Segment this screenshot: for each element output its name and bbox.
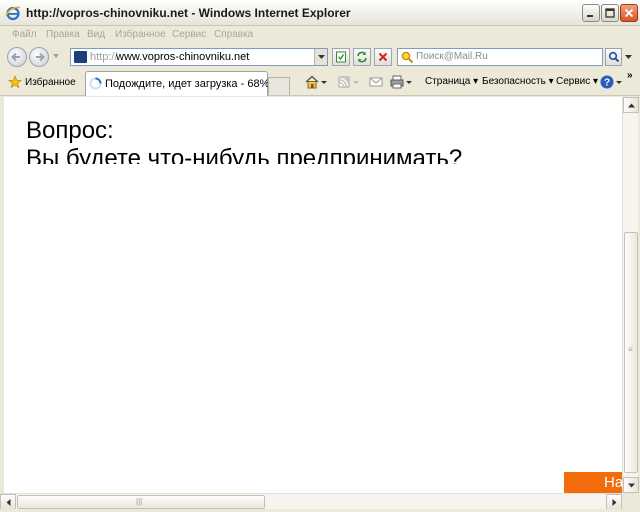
menu-edit[interactable]: Правка: [46, 29, 80, 40]
search-input[interactable]: Поиск@Mail.Ru: [397, 48, 603, 66]
minimize-icon: [587, 15, 593, 17]
svg-text:?: ?: [604, 78, 610, 89]
address-host: www.vopros-chinovniku.net: [116, 51, 250, 63]
compatibility-button[interactable]: [332, 48, 350, 66]
menu-view[interactable]: Вид: [87, 29, 105, 40]
vertical-scroll-thumb[interactable]: ≡: [624, 232, 638, 473]
refresh-icon: [357, 51, 367, 63]
mail-icon[interactable]: [368, 74, 384, 90]
question-text-clip: Вы будете что-нибудь предпринимать?: [26, 145, 586, 164]
address-protocol: http://: [90, 51, 118, 63]
close-window-button[interactable]: [620, 4, 638, 22]
tools-menu-label: Сервис: [556, 76, 591, 87]
chevron-down-icon[interactable]: [615, 74, 623, 90]
search-button[interactable]: [605, 48, 622, 66]
menu-favorites[interactable]: Избранное: [115, 29, 166, 40]
minimize-button[interactable]: [582, 4, 600, 22]
tab-command-bar: Избранное Подождите, идет загрузка - 68%…: [0, 70, 640, 96]
page-menu[interactable]: Страница ▾: [425, 76, 478, 87]
start-button[interactable]: Нач: [564, 472, 622, 493]
star-icon: [8, 75, 22, 89]
arrow-down-icon: [627, 483, 635, 487]
history-dropdown-icon[interactable]: [52, 52, 60, 60]
page-menu-label: Страница: [425, 76, 471, 87]
tab-active[interactable]: Подождите, идет загрузка - 68%: [85, 71, 270, 96]
page-content: Вопрос: Вы будете что-нибудь предпринима…: [4, 97, 622, 493]
address-toolbar: http:// www.vopros-chinovniku.net Поиск@…: [0, 44, 640, 70]
chevron-down-icon[interactable]: [320, 74, 328, 90]
chevron-down-icon: [317, 54, 325, 59]
rss-feed-icon[interactable]: [336, 74, 352, 90]
menu-bar: Файл Правка Вид Избранное Сервис Справка: [0, 26, 640, 44]
horizontal-scrollbar[interactable]: |||: [0, 493, 622, 510]
tab-label: Подождите, идет загрузка - 68%: [105, 78, 270, 90]
scroll-left-button[interactable]: [0, 494, 16, 510]
grip-icon: |||: [136, 497, 143, 506]
menu-tools[interactable]: Сервис: [172, 29, 206, 40]
arrow-up-icon: [627, 103, 635, 107]
scroll-up-button[interactable]: [623, 97, 639, 113]
favorites-label: Избранное: [25, 76, 76, 88]
toolbar-overflow-icon[interactable]: »: [627, 70, 633, 81]
address-bar[interactable]: http:// www.vopros-chinovniku.net: [70, 48, 328, 66]
favorites-button[interactable]: Избранное: [8, 75, 76, 89]
search-options-button[interactable]: [622, 48, 634, 66]
chevron-down-icon[interactable]: [405, 74, 413, 90]
forward-button[interactable]: [29, 47, 49, 67]
horizontal-scroll-thumb[interactable]: |||: [17, 495, 265, 509]
title-bar: http://vopros-chinovniku.net - Windows I…: [0, 0, 640, 26]
search-icon: [608, 51, 619, 63]
new-tab-button[interactable]: [268, 77, 290, 95]
grip-icon: ≡: [628, 345, 633, 354]
home-icon[interactable]: [304, 74, 320, 90]
window-title: http://vopros-chinovniku.net - Windows I…: [26, 6, 351, 20]
ie-logo-icon: [5, 6, 21, 21]
compatibility-page-icon: [336, 51, 346, 63]
maximize-button[interactable]: [601, 4, 619, 22]
maximize-icon: [605, 8, 615, 18]
close-icon: [624, 8, 634, 18]
site-favicon-icon: [74, 51, 87, 63]
menu-help[interactable]: Справка: [214, 29, 253, 40]
stop-button[interactable]: [374, 48, 392, 66]
arrow-right-icon: [612, 498, 616, 506]
arrow-left-icon: [6, 498, 10, 506]
question-heading: Вопрос:: [26, 117, 114, 144]
tools-menu[interactable]: Сервис ▾: [556, 76, 598, 87]
stop-icon: [378, 52, 388, 62]
chevron-down-icon[interactable]: [352, 74, 360, 90]
menu-file[interactable]: Файл: [12, 29, 37, 40]
refresh-button[interactable]: [353, 48, 371, 66]
back-button[interactable]: [7, 47, 27, 67]
scroll-down-button[interactable]: [623, 477, 639, 493]
mail-ru-search-icon: [401, 51, 414, 64]
scroll-right-button[interactable]: [606, 494, 622, 510]
forward-arrow-icon: [36, 52, 45, 62]
print-icon[interactable]: [389, 74, 405, 90]
chevron-down-icon: [624, 54, 632, 59]
help-icon[interactable]: ?: [599, 74, 615, 90]
security-menu[interactable]: Безопасность ▾: [482, 76, 554, 87]
vertical-scrollbar[interactable]: ≡: [622, 97, 639, 493]
question-text: Вы будете что-нибудь предпринимать?: [26, 145, 463, 164]
security-menu-label: Безопасность: [482, 76, 546, 87]
loading-spinner-icon: [89, 77, 102, 90]
back-arrow-icon: [11, 52, 20, 62]
address-dropdown-button[interactable]: [314, 49, 327, 65]
search-placeholder: Поиск@Mail.Ru: [416, 51, 488, 62]
